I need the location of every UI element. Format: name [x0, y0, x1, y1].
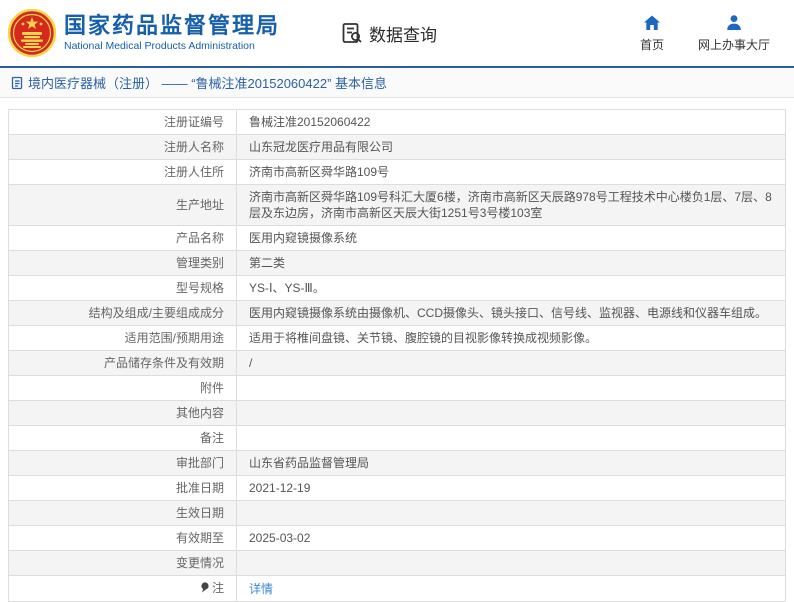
row-value: 医用内窥镜摄像系统由摄像机、CCD摄像头、镜头接口、信号线、监视器、电源线和仪器… [237, 301, 786, 326]
row-label: 管理类别 [9, 251, 237, 276]
table-row: 产品储存条件及有效期/ [9, 351, 786, 376]
table-row: 注册人住所济南市高新区舜华路109号 [9, 160, 786, 185]
row-value [237, 426, 786, 451]
org-title-block: 国家药品监督管理局 National Medical Products Admi… [64, 13, 280, 53]
registration-info-section: 注册证编号鲁械注准20152060422注册人名称山东冠龙医疗用品有限公司注册人… [0, 98, 794, 602]
data-query-tab[interactable]: 数据查询 [340, 21, 437, 46]
table-row: 备注 [9, 426, 786, 451]
row-value [237, 551, 786, 576]
top-nav: 首页 网上办事大厅 [640, 13, 780, 53]
national-emblem-logo [8, 9, 56, 57]
table-row: 审批部门山东省药品监督管理局 [9, 451, 786, 476]
table-row: 注详情 [9, 576, 786, 602]
row-value: 详情 [237, 576, 786, 602]
row-label: 其他内容 [9, 401, 237, 426]
row-label: 注 [9, 576, 237, 602]
page-icon [10, 76, 24, 90]
breadcrumb: 境内医疗器械（注册） —— “鲁械注准20152060422” 基本信息 [0, 68, 794, 98]
row-label: 适用范围/预期用途 [9, 326, 237, 351]
row-label: 变更情况 [9, 551, 237, 576]
org-name-en: National Medical Products Administration [64, 39, 280, 53]
data-query-label: 数据查询 [369, 21, 437, 46]
row-value: 适用于将椎间盘镜、关节镜、腹腔镜的目视影像转换成视频影像。 [237, 326, 786, 351]
row-value: / [237, 351, 786, 376]
person-icon [724, 13, 744, 33]
table-row: 有效期至2025-03-02 [9, 526, 786, 551]
table-row: 产品名称医用内窥镜摄像系统 [9, 226, 786, 251]
row-label: 结构及组成/主要组成成分 [9, 301, 237, 326]
row-label: 注册证编号 [9, 110, 237, 135]
table-row: 生效日期 [9, 501, 786, 526]
document-search-icon [340, 21, 364, 45]
table-row: 管理类别第二类 [9, 251, 786, 276]
row-label: 型号规格 [9, 276, 237, 301]
row-label: 产品储存条件及有效期 [9, 351, 237, 376]
org-name-cn: 国家药品监督管理局 [64, 13, 280, 39]
row-value: 济南市高新区舜华路109号科汇大厦6楼，济南市高新区天辰路978号工程技术中心楼… [237, 185, 786, 226]
nav-item-home[interactable]: 首页 [640, 13, 664, 53]
table-row: 型号规格YS-Ⅰ、YS-Ⅲ。 [9, 276, 786, 301]
table-row: 其他内容 [9, 401, 786, 426]
row-value [237, 376, 786, 401]
table-row: 变更情况 [9, 551, 786, 576]
table-row: 适用范围/预期用途适用于将椎间盘镜、关节镜、腹腔镜的目视影像转换成视频影像。 [9, 326, 786, 351]
row-label: 批准日期 [9, 476, 237, 501]
page-header: 国家药品监督管理局 National Medical Products Admi… [0, 0, 794, 68]
table-row: 附件 [9, 376, 786, 401]
row-label: 附件 [9, 376, 237, 401]
row-value: 第二类 [237, 251, 786, 276]
row-value: 医用内窥镜摄像系统 [237, 226, 786, 251]
row-label: 生效日期 [9, 501, 237, 526]
row-label: 生产地址 [9, 185, 237, 226]
row-value: 2021-12-19 [237, 476, 786, 501]
nav-item-service-hall[interactable]: 网上办事大厅 [698, 13, 770, 53]
registration-info-table: 注册证编号鲁械注准20152060422注册人名称山东冠龙医疗用品有限公司注册人… [8, 109, 786, 602]
breadcrumb-text: 境内医疗器械（注册） —— “鲁械注准20152060422” 基本信息 [28, 73, 387, 92]
table-row: 注册证编号鲁械注准20152060422 [9, 110, 786, 135]
nav-service-hall-label: 网上办事大厅 [698, 36, 770, 53]
info-table-body: 注册证编号鲁械注准20152060422注册人名称山东冠龙医疗用品有限公司注册人… [9, 110, 786, 602]
row-value: 鲁械注准20152060422 [237, 110, 786, 135]
row-label: 有效期至 [9, 526, 237, 551]
row-label: 产品名称 [9, 226, 237, 251]
row-label: 审批部门 [9, 451, 237, 476]
row-value: 山东冠龙医疗用品有限公司 [237, 135, 786, 160]
row-label: 注册人名称 [9, 135, 237, 160]
row-value [237, 401, 786, 426]
nav-home-label: 首页 [640, 36, 664, 53]
row-value: YS-Ⅰ、YS-Ⅲ。 [237, 276, 786, 301]
table-row: 生产地址济南市高新区舜华路109号科汇大厦6楼，济南市高新区天辰路978号工程技… [9, 185, 786, 226]
home-icon [642, 13, 662, 33]
row-value [237, 501, 786, 526]
detail-link[interactable]: 详情 [249, 582, 273, 596]
note-icon [200, 581, 210, 597]
row-label: 备注 [9, 426, 237, 451]
row-value: 山东省药品监督管理局 [237, 451, 786, 476]
row-label: 注册人住所 [9, 160, 237, 185]
table-row: 结构及组成/主要组成成分医用内窥镜摄像系统由摄像机、CCD摄像头、镜头接口、信号… [9, 301, 786, 326]
table-row: 批准日期2021-12-19 [9, 476, 786, 501]
table-row: 注册人名称山东冠龙医疗用品有限公司 [9, 135, 786, 160]
row-value: 济南市高新区舜华路109号 [237, 160, 786, 185]
row-value: 2025-03-02 [237, 526, 786, 551]
